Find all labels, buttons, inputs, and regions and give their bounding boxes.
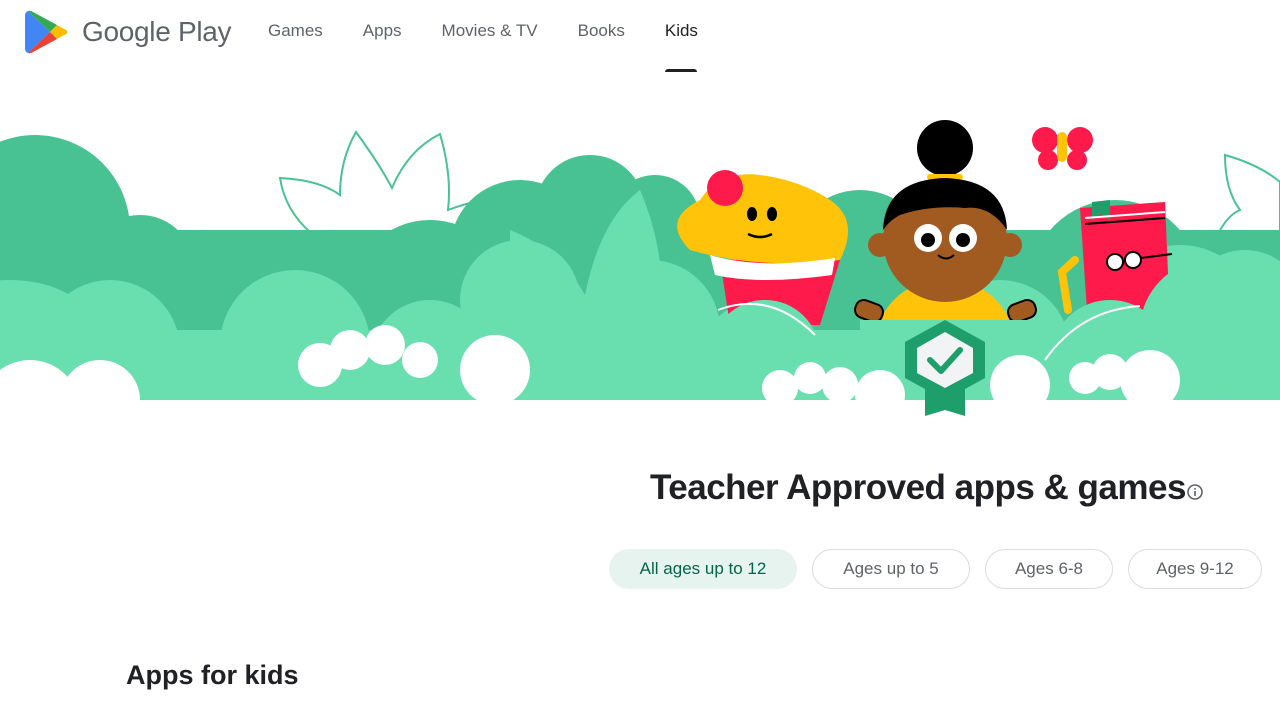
- nav-tab-kids[interactable]: Kids: [649, 0, 714, 72]
- butterfly-character: [1032, 127, 1093, 170]
- girl-character: [854, 120, 1037, 350]
- chip-ages-up-to-5[interactable]: Ages up to 5: [812, 549, 970, 589]
- top-bar: Google Play Games Apps Movies & TV Books…: [0, 0, 1280, 72]
- nav-tab-apps[interactable]: Apps: [347, 0, 418, 72]
- chip-ages-6-8[interactable]: Ages 6-8: [985, 549, 1113, 589]
- chip-ages-9-12[interactable]: Ages 9-12: [1128, 549, 1262, 589]
- hero-banner: [0, 110, 1280, 460]
- kids-banner-illustration: [0, 120, 1280, 460]
- age-filter-chips: All ages up to 12 Ages up to 5 Ages 6-8 …: [609, 549, 1262, 589]
- google-play-logo-icon: [25, 10, 68, 54]
- info-icon[interactable]: [1186, 483, 1204, 501]
- nav-tab-books[interactable]: Books: [562, 0, 641, 72]
- nav-tab-movies-tv[interactable]: Movies & TV: [426, 0, 554, 72]
- google-play-logo[interactable]: Google Play: [24, 8, 232, 56]
- teacher-approved-title: Teacher Approved apps & games: [650, 468, 1186, 507]
- brand-name: Google Play: [82, 16, 232, 47]
- nav-tab-games[interactable]: Games: [252, 0, 339, 72]
- apps-for-kids-heading: Apps for kids: [126, 660, 299, 690]
- chip-all-ages[interactable]: All ages up to 12: [609, 549, 797, 589]
- main-nav: Games Apps Movies & TV Books Kids: [252, 0, 722, 72]
